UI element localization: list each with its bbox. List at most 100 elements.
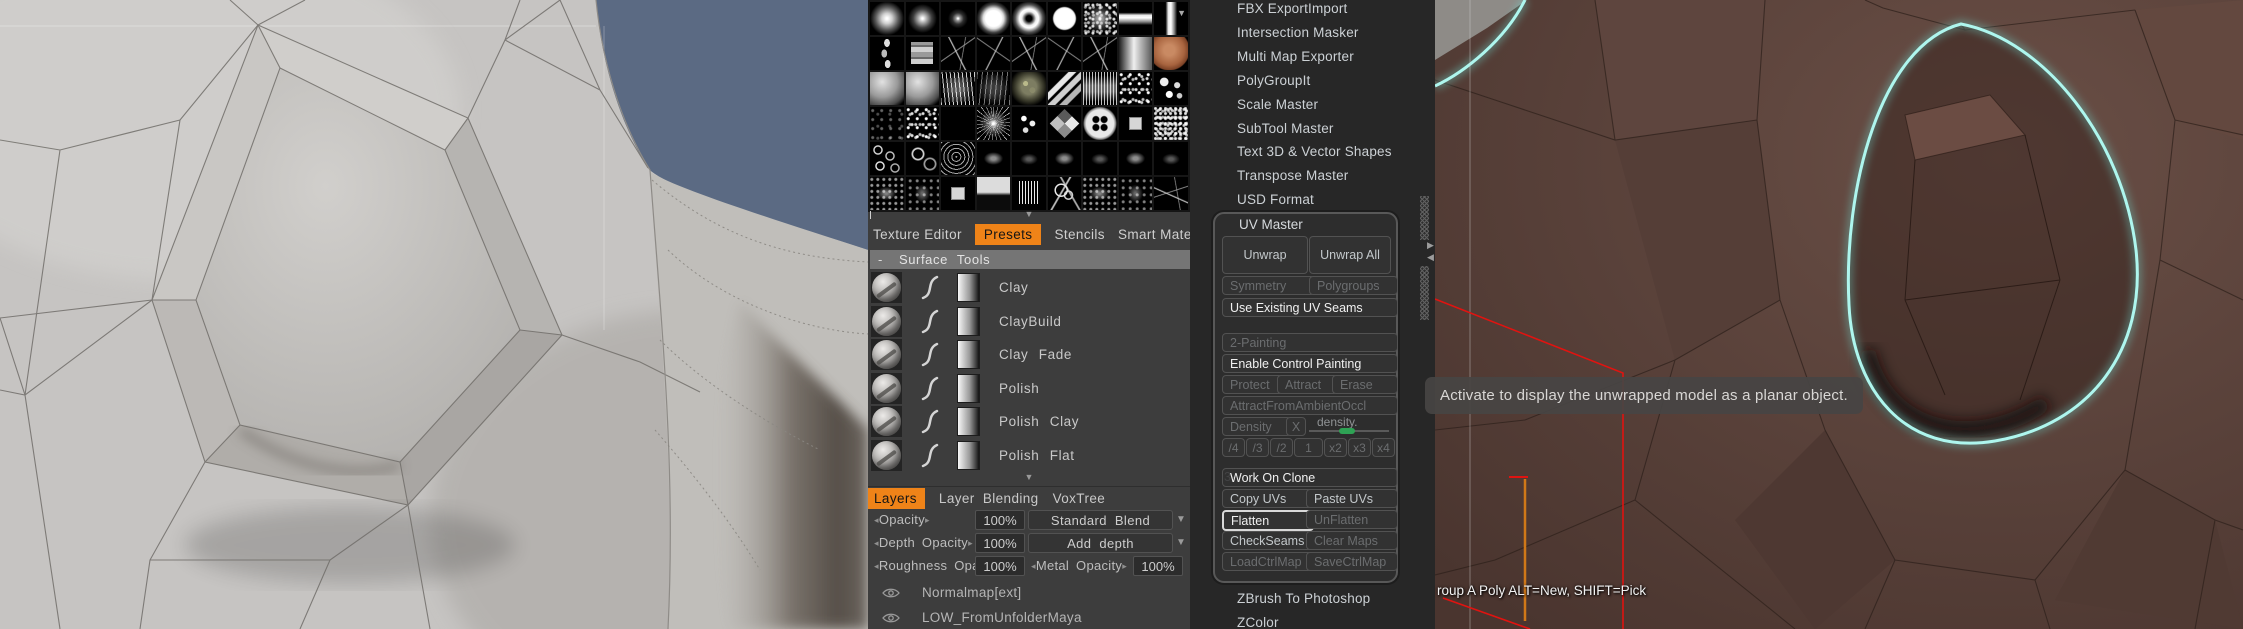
right-viewport-canvas[interactable] xyxy=(1435,0,2243,629)
surface-tools-header[interactable]: - Surface Tools xyxy=(870,250,1196,269)
metal-opacity-value-field[interactable]: 100% xyxy=(1133,556,1183,576)
alpha-thumbnail-patch[interactable] xyxy=(870,177,904,210)
left-3d-viewport[interactable] xyxy=(0,0,868,629)
alpha-thumbnail-half[interactable] xyxy=(976,177,1011,210)
tab-overflow-icon[interactable]: ▼ xyxy=(1177,8,1186,18)
depth-opacity-label[interactable]: ◂Depth Opacity▸ xyxy=(874,535,973,550)
alpha-thumbnail-square[interactable] xyxy=(941,177,975,210)
alpha-thumbnail-radial-sm[interactable] xyxy=(941,2,975,35)
collapse-icon[interactable]: - xyxy=(878,252,883,267)
menu-item-fbx-exportimport[interactable]: FBX ExportImport xyxy=(1237,1,1347,16)
tab-voxtree[interactable]: VoxTree xyxy=(1053,491,1106,506)
panel-divider-handle[interactable] xyxy=(1420,266,1429,320)
alpha-thumbnail-disc[interactable] xyxy=(1047,2,1082,35)
alpha-thumbnail-rings2[interactable] xyxy=(905,142,940,175)
checkseams-button[interactable]: CheckSeams xyxy=(1222,531,1312,550)
alpha-thumbnail-grad-v[interactable] xyxy=(1118,37,1153,70)
alpha-thumbnail-chevrons[interactable] xyxy=(1047,72,1082,105)
menu-item-subtool-master[interactable]: SubTool Master xyxy=(1237,121,1334,136)
alpha-thumbnail-scribble[interactable] xyxy=(941,142,975,175)
tab-presets[interactable]: Presets xyxy=(974,223,1042,245)
density-mult-x2[interactable]: x2 xyxy=(1324,438,1347,457)
alpha-thumbnail-noise[interactable] xyxy=(1154,107,1188,140)
alpha-thumbnail-button4[interactable] xyxy=(1083,107,1117,140)
surface-tool-clay[interactable]: Clay xyxy=(868,271,1190,305)
density-mult-div3[interactable]: /3 xyxy=(1246,438,1269,457)
depth-blend-dropdown[interactable]: Add depth xyxy=(1028,533,1173,553)
uv-master-title[interactable]: UV Master xyxy=(1239,217,1303,232)
density-x-button[interactable]: X xyxy=(1286,417,1306,436)
protect-button[interactable]: Protect xyxy=(1222,375,1283,394)
spin-right-icon[interactable]: ▸ xyxy=(1122,561,1127,571)
alpha-thumbnail-fibers[interactable] xyxy=(941,72,975,105)
alpha-thumbnail-spike[interactable] xyxy=(941,107,975,140)
density-slider[interactable] xyxy=(1309,428,1389,434)
menu-item-scale-master[interactable]: Scale Master xyxy=(1237,97,1318,112)
alpha-thumbnail-moss[interactable] xyxy=(1012,72,1046,105)
surface-tool-polish-flat[interactable]: Polish Flat xyxy=(868,439,1190,473)
alpha-thumbnail-orange-disc[interactable] xyxy=(1154,37,1188,70)
alpha-thumbnail-sphere[interactable] xyxy=(905,72,940,105)
density-mult-1[interactable]: 1 xyxy=(1294,438,1323,457)
alpha-thumbnail-chain[interactable] xyxy=(870,37,904,70)
attract-from-ambient-occl-button[interactable]: AttractFromAmbientOccl xyxy=(1222,396,1398,415)
alpha-thumbnail-patch2[interactable] xyxy=(905,177,940,210)
menu-item-intersection-masker[interactable]: Intersection Masker xyxy=(1237,25,1359,40)
alpha-thumbnail-smudge-dim[interactable] xyxy=(1012,142,1046,175)
opacity-label[interactable]: ◂Opacity▸ xyxy=(874,512,930,527)
alpha-thumbnail-spray[interactable] xyxy=(1083,2,1117,35)
alpha-grid-scrollstrip[interactable]: ▼ xyxy=(868,209,1190,221)
grid-scroll-down-icon[interactable]: ▼ xyxy=(868,209,1190,219)
alpha-thumbnail-dots[interactable] xyxy=(1118,72,1153,105)
density-slider-knob[interactable] xyxy=(1339,428,1356,434)
density-mult-x3[interactable]: x3 xyxy=(1348,438,1371,457)
menu-item-usd-format[interactable]: USD Format xyxy=(1237,192,1314,207)
alpha-thumbnail-radial-md[interactable] xyxy=(905,2,940,35)
alpha-thumbnail-strokes-v[interactable] xyxy=(1083,72,1117,105)
blend-dropdown-arrow-icon[interactable]: ▼ xyxy=(1176,514,1186,525)
alpha-thumbnail-ring[interactable] xyxy=(1012,2,1046,35)
save-ctrl-map-button[interactable]: SaveCtrlMap xyxy=(1306,552,1398,571)
spin-right-icon[interactable]: ▸ xyxy=(968,538,973,548)
alpha-thumbnail-radial-lg[interactable] xyxy=(870,2,904,35)
alpha-thumbnail-dots[interactable] xyxy=(905,107,940,140)
use-existing-uv-seams-button[interactable]: Use Existing UV Seams xyxy=(1222,298,1398,317)
erase-button[interactable]: Erase xyxy=(1332,375,1398,394)
density-mult-x4[interactable]: x4 xyxy=(1372,438,1395,457)
alpha-thumbnail-crack[interactable] xyxy=(1012,37,1046,70)
unwrap-all-button[interactable]: Unwrap All xyxy=(1309,236,1391,274)
attract-button[interactable]: Attract xyxy=(1277,375,1338,394)
menu-item-transpose-master[interactable]: Transpose Master xyxy=(1237,168,1349,183)
depth-dropdown-arrow-icon[interactable]: ▼ xyxy=(1176,537,1186,548)
polygroups-button[interactable]: Polygroups xyxy=(1309,276,1398,295)
surface-tool-polish-clay[interactable]: Polish Clay xyxy=(868,405,1190,439)
alpha-thumbnail-dots-faint[interactable] xyxy=(870,107,904,140)
alpha-thumbnail-burst[interactable] xyxy=(976,107,1011,140)
alpha-thumbnail-crack[interactable] xyxy=(941,37,975,70)
load-ctrl-map-button[interactable]: LoadCtrlMap xyxy=(1222,552,1312,571)
opacity-value-field[interactable]: 100% xyxy=(975,510,1025,530)
density-mult-div2[interactable]: /2 xyxy=(1270,438,1293,457)
alpha-thumbnail-smudge[interactable] xyxy=(976,142,1011,175)
work-on-clone-button[interactable]: Work On Clone xyxy=(1222,468,1398,487)
enable-control-painting-button[interactable]: Enable Control Painting xyxy=(1222,354,1398,373)
alpha-thumbnail-capsule-h[interactable] xyxy=(1118,2,1153,35)
tab-texture-editor[interactable]: Texture Editor xyxy=(873,227,962,242)
menu-item-text-3d-vector-shapes[interactable]: Text 3D & Vector Shapes xyxy=(1237,144,1392,159)
alpha-thumbnail-crack2[interactable] xyxy=(1047,37,1082,70)
visibility-eye-icon[interactable] xyxy=(882,587,900,599)
alpha-thumbnail-crack2[interactable] xyxy=(976,37,1011,70)
list-more-icon[interactable]: ▼ xyxy=(868,472,1190,482)
alpha-thumbnail-crack[interactable] xyxy=(1083,37,1117,70)
alpha-thumbnail-stripes[interactable] xyxy=(1012,177,1046,210)
right-3d-viewport[interactable] xyxy=(1435,0,2243,629)
menu-item-zcolor[interactable]: ZColor xyxy=(1237,615,1279,629)
tab-stencils[interactable]: Stencils xyxy=(1054,227,1104,242)
alpha-thumbnail-smudge[interactable] xyxy=(1118,142,1153,175)
left-viewport-canvas[interactable] xyxy=(0,0,868,629)
alpha-thumbnail-cubes[interactable] xyxy=(905,37,940,70)
density-mult-div4[interactable]: /4 xyxy=(1222,438,1245,457)
surface-tool-polish[interactable]: Polish xyxy=(868,372,1190,406)
alpha-thumbnail-smudge-dim[interactable] xyxy=(1154,142,1188,175)
alpha-thumbnail-square[interactable] xyxy=(1118,107,1153,140)
